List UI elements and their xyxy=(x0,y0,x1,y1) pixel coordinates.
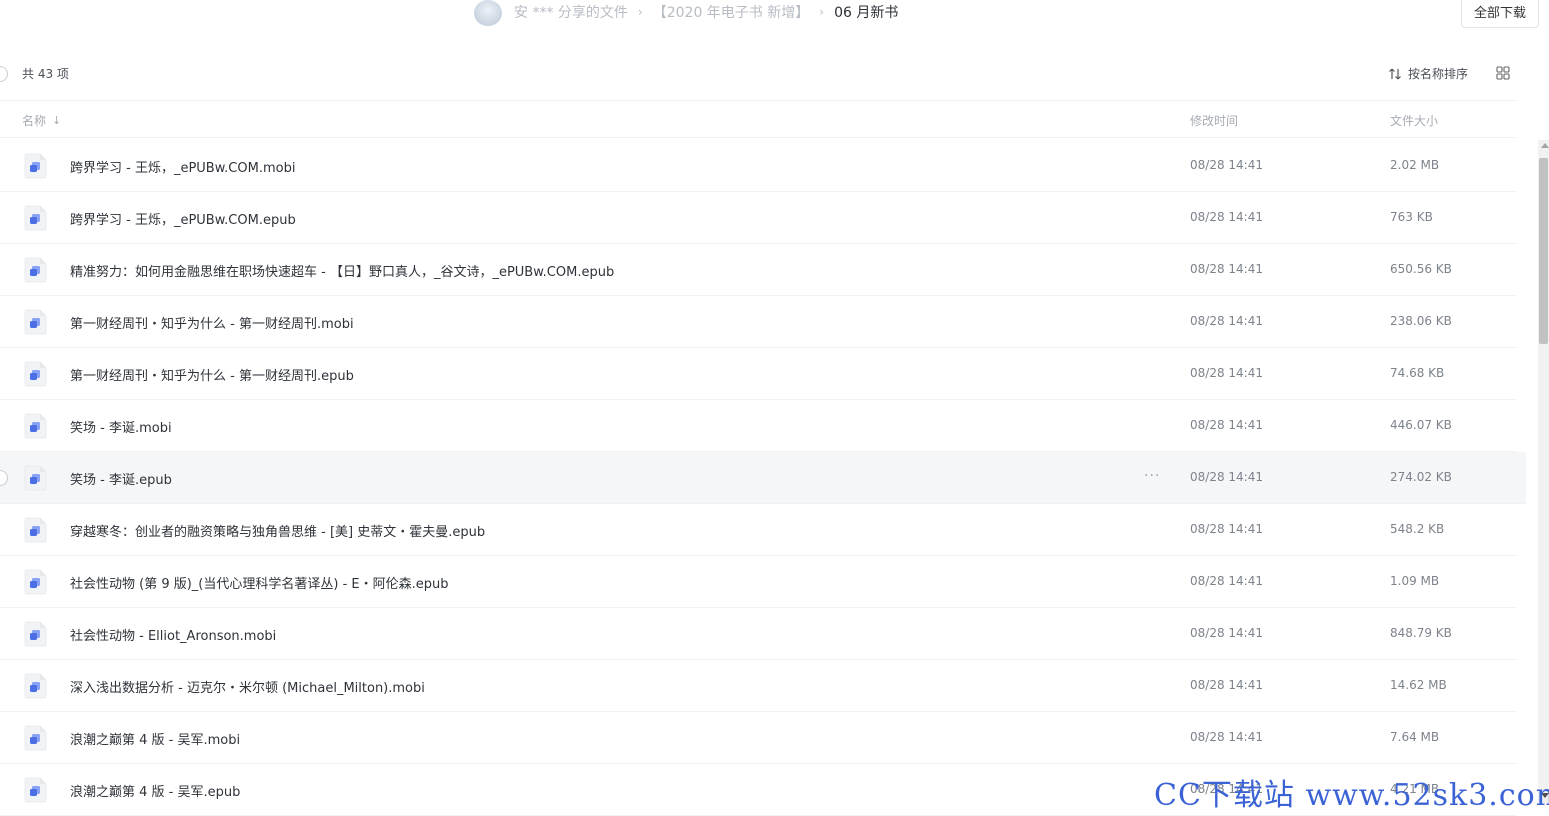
file-row[interactable]: 第一财经周刊・知乎为什么 - 第一财经周刊.epub ··· 08/28 14:… xyxy=(0,348,1516,400)
ebook-file-icon xyxy=(24,205,47,231)
file-modified-time: 08/28 14:41 xyxy=(1190,574,1263,588)
file-size: 548.2 KB xyxy=(1390,522,1445,536)
file-size: 650.56 KB xyxy=(1390,262,1452,276)
file-row[interactable]: 穿越寒冬：创业者的融资策略与独角兽思维 - [美] 史蒂文・霍夫曼.epub ·… xyxy=(0,504,1516,556)
ebook-file-icon xyxy=(24,465,47,491)
file-size: 2.02 MB xyxy=(1390,158,1440,172)
file-row[interactable]: 深入浅出数据分析 - 迈克尔・米尔顿 (Michael_Milton).mobi… xyxy=(0,660,1516,712)
file-name[interactable]: 第一财经周刊・知乎为什么 - 第一财经周刊.epub xyxy=(70,365,354,384)
file-modified-time: 08/28 14:41 xyxy=(1190,158,1263,172)
ebook-file-icon xyxy=(24,621,47,647)
file-row[interactable]: 第一财经周刊・知乎为什么 - 第一财经周刊.mobi ··· 08/28 14:… xyxy=(0,296,1516,348)
file-name[interactable]: 浪潮之巅第 4 版 - 吴军.mobi xyxy=(70,729,240,748)
file-name[interactable]: 笑场 - 李诞.epub xyxy=(70,469,172,488)
file-modified-time: 08/28 14:41 xyxy=(1190,418,1263,432)
breadcrumb-parent[interactable]: 【2020 年电子书 新增】 xyxy=(653,2,810,22)
file-modified-time: 08/28 14:41 xyxy=(1190,730,1263,744)
file-name[interactable]: 跨界学习 - 王烁，_ePUBw.COM.epub xyxy=(70,209,296,228)
ebook-file-icon xyxy=(24,777,47,803)
file-modified-time: 08/28 14:41 xyxy=(1190,366,1263,380)
scrollbar-thumb[interactable] xyxy=(1539,158,1548,344)
column-name-header[interactable]: 名称 ↓ xyxy=(22,112,61,129)
watermark: CC下载站 www.52sk3.com xyxy=(1154,778,1549,813)
file-name[interactable]: 深入浅出数据分析 - 迈克尔・米尔顿 (Michael_Milton).mobi xyxy=(70,677,425,696)
column-modified-header[interactable]: 修改时间 xyxy=(1190,112,1238,129)
file-size: 14.62 MB xyxy=(1390,678,1447,692)
file-modified-time: 08/28 14:41 xyxy=(1190,470,1263,484)
more-options-icon[interactable]: ··· xyxy=(1144,468,1160,484)
file-list: 跨界学习 - 王烁，_ePUBw.COM.mobi ··· 08/28 14:4… xyxy=(0,140,1526,816)
file-size: 7.64 MB xyxy=(1390,730,1440,744)
file-modified-time: 08/28 14:41 xyxy=(1190,262,1263,276)
file-modified-time: 08/28 14:41 xyxy=(1190,314,1263,328)
file-name[interactable]: 笑场 - 李诞.mobi xyxy=(70,417,172,436)
ebook-file-icon xyxy=(24,673,47,699)
file-size: 446.07 KB xyxy=(1390,418,1452,432)
top-bar: 安 *** 分享的文件 › 【2020 年电子书 新增】 › 06 月新书 全部… xyxy=(0,0,1549,40)
file-size: 763 KB xyxy=(1390,210,1433,224)
ebook-file-icon xyxy=(24,153,47,179)
file-size: 74.68 KB xyxy=(1390,366,1445,380)
item-count: 共 43 项 xyxy=(22,67,69,81)
file-size: 274.02 KB xyxy=(1390,470,1452,484)
file-row[interactable]: 社会性动物 (第 9 版)_(当代心理科学名著译丛) - E・阿伦森.epub … xyxy=(0,556,1516,608)
breadcrumb-separator-icon: › xyxy=(819,5,825,19)
breadcrumb-current: 06 月新书 xyxy=(834,5,899,21)
ebook-file-icon xyxy=(24,257,47,283)
file-row[interactable]: 精准努力：如何用金融思维在职场快速超车 - 【日】野口真人，_谷文诗，_ePUB… xyxy=(0,244,1516,296)
select-all-checkbox[interactable] xyxy=(0,66,8,82)
column-name-label: 名称 xyxy=(22,114,47,128)
file-modified-time: 08/28 14:41 xyxy=(1190,626,1263,640)
file-size: 848.79 KB xyxy=(1390,626,1452,640)
file-name[interactable]: 浪潮之巅第 4 版 - 吴军.epub xyxy=(70,781,240,800)
ebook-file-icon xyxy=(24,569,47,595)
download-all-button[interactable]: 全部下载 xyxy=(1461,0,1539,28)
file-row[interactable]: 笑场 - 李诞.epub ··· 08/28 14:41 274.02 KB xyxy=(0,452,1526,504)
sort-label: 按名称排序 xyxy=(1408,67,1469,81)
file-name[interactable]: 跨界学习 - 王烁，_ePUBw.COM.mobi xyxy=(70,157,295,176)
file-name[interactable]: 社会性动物 (第 9 版)_(当代心理科学名著译丛) - E・阿伦森.epub xyxy=(70,573,449,592)
breadcrumb-separator-icon: › xyxy=(637,5,643,19)
file-modified-time: 08/28 14:41 xyxy=(1190,678,1263,692)
list-header: 名称 ↓ 修改时间 文件大小 xyxy=(0,100,1516,138)
file-name[interactable]: 第一财经周刊・知乎为什么 - 第一财经周刊.mobi xyxy=(70,313,354,332)
scroll-up-arrow-icon[interactable] xyxy=(1541,143,1549,148)
ebook-file-icon xyxy=(24,361,47,387)
ebook-file-icon xyxy=(24,413,47,439)
avatar[interactable] xyxy=(474,0,502,26)
file-row[interactable]: 跨界学习 - 王烁，_ePUBw.COM.epub ··· 08/28 14:4… xyxy=(0,192,1516,244)
sort-icon xyxy=(1389,68,1401,79)
file-row[interactable]: 浪潮之巅第 4 版 - 吴军.mobi ··· 08/28 14:41 7.64… xyxy=(0,712,1516,764)
breadcrumb-owner[interactable]: 安 *** 分享的文件 xyxy=(514,2,628,22)
breadcrumb: 安 *** 分享的文件 › 【2020 年电子书 新增】 › 06 月新书 xyxy=(514,2,898,22)
file-size: 238.06 KB xyxy=(1390,314,1452,328)
ebook-file-icon xyxy=(24,725,47,751)
file-row[interactable]: 社会性动物 - Elliot_Aronson.mobi ··· 08/28 14… xyxy=(0,608,1516,660)
file-size: 1.09 MB xyxy=(1390,574,1440,588)
list-toolbar: 共 43 项 按名称排序 xyxy=(0,58,1520,88)
ebook-file-icon xyxy=(24,309,47,335)
sort-arrow-down-icon: ↓ xyxy=(52,114,62,127)
file-name[interactable]: 社会性动物 - Elliot_Aronson.mobi xyxy=(70,625,276,644)
file-modified-time: 08/28 14:41 xyxy=(1190,210,1263,224)
ebook-file-icon xyxy=(24,517,47,543)
file-row[interactable]: 跨界学习 - 王烁，_ePUBw.COM.mobi ··· 08/28 14:4… xyxy=(0,140,1516,192)
file-name[interactable]: 穿越寒冬：创业者的融资策略与独角兽思维 - [美] 史蒂文・霍夫曼.epub xyxy=(70,521,485,540)
sort-by-name-button[interactable]: 按名称排序 xyxy=(1388,65,1468,82)
row-checkbox[interactable] xyxy=(0,470,8,486)
file-row[interactable]: 笑场 - 李诞.mobi ··· 08/28 14:41 446.07 KB xyxy=(0,400,1516,452)
file-modified-time: 08/28 14:41 xyxy=(1190,522,1263,536)
column-size-header[interactable]: 文件大小 xyxy=(1390,112,1438,129)
grid-view-icon[interactable] xyxy=(1496,66,1510,80)
file-name[interactable]: 精准努力：如何用金融思维在职场快速超车 - 【日】野口真人，_谷文诗，_ePUB… xyxy=(70,261,614,280)
